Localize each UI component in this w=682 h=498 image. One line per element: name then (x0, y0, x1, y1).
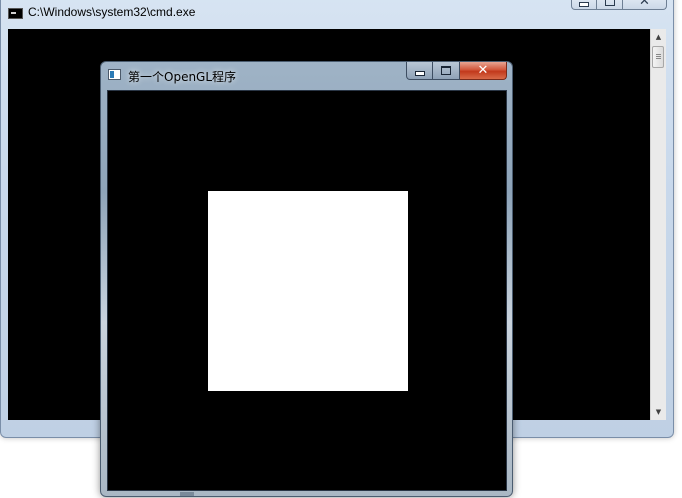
scroll-thumb[interactable] (652, 46, 664, 68)
maximize-icon (604, 0, 615, 6)
cmd-maximize-button[interactable] (597, 0, 623, 10)
console-icon[interactable] (8, 8, 23, 19)
scroll-up-arrow-icon[interactable]: ▲ (651, 29, 666, 45)
maximize-icon (441, 66, 451, 75)
opengl-minimize-button[interactable] (406, 62, 433, 80)
taskbar-fragment (180, 492, 194, 496)
cmd-minimize-button[interactable] (571, 0, 597, 10)
opengl-render-canvas[interactable] (107, 90, 507, 491)
minimize-icon (414, 71, 425, 76)
cmd-window-controls: ✕ (571, 0, 667, 10)
opengl-window-title: 第一个OpenGL程序 (128, 70, 237, 84)
close-icon: ✕ (639, 0, 650, 9)
cmd-close-button[interactable]: ✕ (623, 0, 667, 10)
opengl-close-button[interactable]: ✕ (460, 62, 507, 80)
opengl-window[interactable]: 第一个OpenGL程序 ✕ (100, 61, 513, 497)
cmd-window-title: C:\Windows\system32\cmd.exe (28, 5, 196, 19)
application-icon[interactable] (108, 69, 121, 80)
close-icon: ✕ (477, 63, 489, 78)
rendered-white-square (208, 191, 408, 391)
cmd-vertical-scrollbar[interactable]: ▲ ▼ (650, 29, 666, 420)
opengl-maximize-button[interactable] (433, 62, 460, 80)
minimize-icon (579, 1, 589, 7)
scroll-down-arrow-icon[interactable]: ▼ (651, 404, 666, 420)
opengl-window-controls: ✕ (406, 62, 507, 80)
